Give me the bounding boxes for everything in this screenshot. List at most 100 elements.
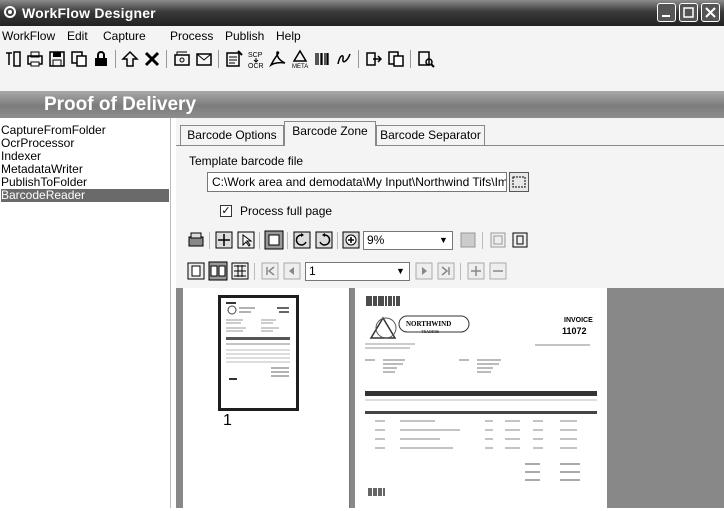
two-page-view-icon[interactable] [208,261,228,281]
workflow-steps-list: CaptureFromFolder OcrProcessor Indexer M… [0,118,171,508]
tab-barcode-zone[interactable]: Barcode Zone [284,121,376,146]
process-full-page-checkbox[interactable]: ✓ [220,205,232,217]
remove-page-icon[interactable] [488,261,508,281]
chevron-down-icon: ▼ [439,235,448,245]
thumbnail-view-icon[interactable] [230,261,250,281]
save-icon[interactable] [47,49,67,69]
pdf-icon[interactable] [268,49,288,69]
tab-barcode-options[interactable]: Barcode Options [180,125,284,145]
menu-capture[interactable]: Capture [103,29,146,43]
toolbar-divider [358,50,359,68]
toolbar-divider [287,232,288,249]
close-icon [705,7,716,18]
fit-width-icon[interactable] [488,230,508,250]
maximize-icon [683,7,694,18]
copy-icon[interactable] [69,49,89,69]
menu-process[interactable]: Process [170,29,213,43]
scanner-icon[interactable] [186,230,206,250]
ocr-icon[interactable]: SCP OCR [246,49,266,69]
invoice-label: INVOICE [564,317,593,324]
browse-icon [512,176,526,188]
minimize-icon [662,15,670,17]
svg-text:SCP: SCP [248,52,263,59]
upload-icon[interactable] [120,49,140,69]
template-path-field[interactable]: C:\Work area and demodata\My Input\North… [207,172,507,192]
mail-icon[interactable] [194,49,214,69]
logo-text: NORTHWIND [406,320,451,328]
invoice-number: 11072 [562,326,587,336]
toolbar-divider [482,232,483,249]
delete-icon[interactable] [142,49,162,69]
meta-icon[interactable]: META [290,49,310,69]
page-preview[interactable]: NORTHWIND TRADERS INVOICE 11072 [355,288,607,508]
browse-button[interactable] [509,172,529,192]
actual-size-icon[interactable] [510,230,530,250]
main-toolbar: SCP OCR META [0,46,724,73]
svg-text:OCR: OCR [248,63,264,69]
svg-text:META: META [292,64,308,69]
tab-barcode-separator[interactable]: Barcode Separator [376,125,485,145]
chevron-down-icon: ▼ [396,266,405,276]
publish-copy-icon[interactable] [386,49,406,69]
new-workflow-icon[interactable] [3,49,23,69]
toolbar-divider [460,263,461,280]
thumbnail-page-number: 1 [223,412,232,429]
pointer-icon[interactable] [236,230,256,250]
rotate-right-icon[interactable] [314,230,334,250]
menu-publish[interactable]: Publish [225,29,264,43]
lock-icon[interactable] [91,49,111,69]
zoom-select[interactable]: 9% ▼ [363,231,453,250]
close-button[interactable] [701,3,720,22]
zoom-in-icon[interactable] [341,230,361,250]
app-gear-icon [4,6,16,18]
single-page-view-icon[interactable] [186,261,206,281]
preview-icon[interactable] [416,49,436,69]
maximize-button[interactable] [679,3,698,22]
top-barcode [366,296,400,306]
page-thumbnail[interactable] [218,295,299,411]
minimize-button[interactable] [657,3,676,22]
toolbar-divider [337,232,338,249]
next-page-icon[interactable] [414,261,434,281]
first-page-icon[interactable] [260,261,280,281]
logo-subtext: TRADERS [421,329,439,334]
last-page-icon[interactable] [436,261,456,281]
workflow-title: Proof of Delivery [43,94,197,115]
window-title: WorkFlow Designer [22,5,156,21]
toolbar-divider [166,50,167,68]
process-full-page-label: Process full page [240,204,333,218]
toolbar-divider [209,232,210,249]
menu-workflow[interactable]: WorkFlow [2,29,55,43]
pan-icon[interactable] [214,230,234,250]
page-select[interactable]: 1 ▼ [305,262,410,281]
menu-help[interactable]: Help [276,29,301,43]
previous-page-icon[interactable] [282,261,302,281]
toolbar-divider [259,232,260,249]
title-bar: WorkFlow Designer [0,0,724,26]
barcode-icon[interactable] [312,49,332,69]
list-item-selected[interactable]: BarcodeReader [1,189,169,202]
toolbar-divider [254,263,255,280]
capture-icon[interactable] [172,49,192,69]
print-icon[interactable] [25,49,45,69]
template-file-label: Template barcode file [189,154,304,168]
zoom-value: 9% [367,233,385,247]
add-page-icon[interactable] [466,261,486,281]
scan-icon[interactable] [224,49,244,69]
banner-top-strip [0,72,724,91]
publish-icon[interactable] [364,49,384,69]
toolbar-divider [218,50,219,68]
toolbar-divider [115,50,116,68]
menu-edit[interactable]: Edit [67,29,88,43]
page-value: 1 [309,264,316,278]
signature-icon[interactable] [334,49,354,69]
thumbnail-pane[interactable]: 1 [183,288,350,508]
invoice-page-image: NORTHWIND TRADERS INVOICE 11072 [365,296,597,496]
rotate-left-icon[interactable] [292,230,312,250]
toolbar-divider [410,50,411,68]
fit-page-icon[interactable] [458,230,478,250]
menu-bar: WorkFlow Edit Capture Process Publish He… [0,26,724,46]
select-zone-icon[interactable] [264,230,284,250]
page-thumbnail-image [226,302,290,380]
tab-divider [176,145,724,146]
